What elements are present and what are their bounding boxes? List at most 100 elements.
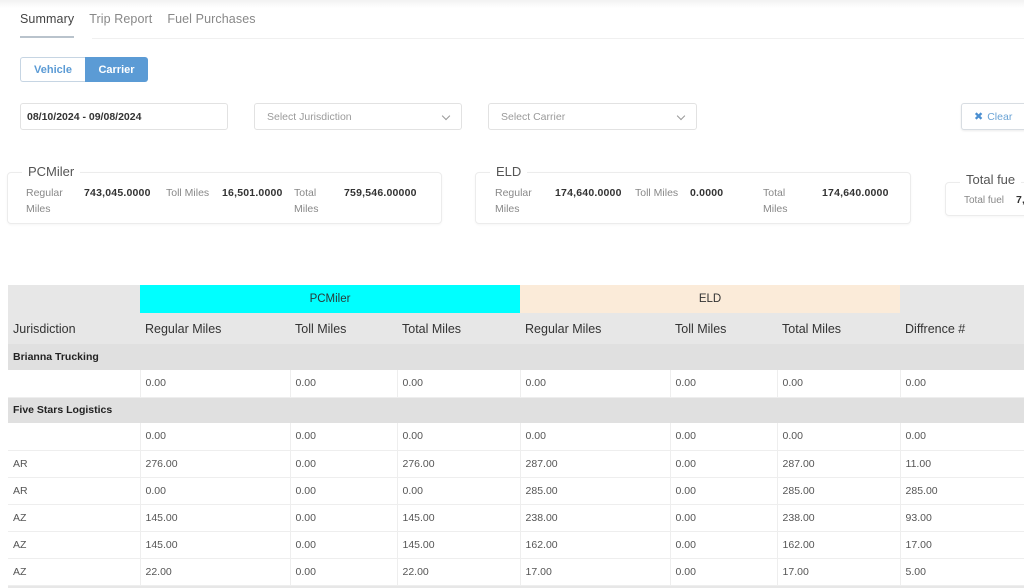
eld-regular-value: 174,640.0000 — [555, 187, 622, 199]
top-shadow — [0, 0, 1024, 8]
pcmiler-total-value: 759,546.00000 — [344, 187, 417, 199]
table-cell — [8, 423, 141, 451]
report-tabs: Summary Trip Report Fuel Purchases — [20, 12, 256, 38]
table-cell: 0.00 — [777, 370, 901, 398]
table-cell: 22.00 — [397, 558, 521, 586]
table-group-header-row: PCMiler ELD — [8, 285, 1024, 313]
table-cell: 238.00 — [777, 504, 901, 532]
pcmiler-total-label: Total Miles — [294, 187, 319, 215]
clear-button[interactable]: ✖ Clear — [961, 103, 1024, 130]
close-icon: ✖ — [974, 111, 984, 123]
carrier-group-row: Brianna Trucking — [8, 344, 1024, 370]
pcmiler-toll-label: Toll Miles — [166, 187, 210, 199]
fuel-total-value: 7, — [1016, 194, 1024, 206]
table-column-header-row: Jurisdiction Regular Miles Toll Miles To… — [8, 313, 1024, 344]
column-header-pcmiler-toll-miles[interactable]: Toll Miles — [290, 313, 397, 344]
pcmiler-summary-title: PCMiler — [22, 164, 81, 179]
eld-summary-title: ELD — [490, 164, 528, 179]
table-row[interactable]: AZ 145.00 0.00 145.00 238.00 0.00 238.00 93.00 — [8, 504, 1024, 532]
table-cell: 285.00 — [777, 477, 901, 505]
table-cell: 0.00 — [900, 370, 1024, 398]
view-toggle: Vehicle Carrier — [20, 57, 148, 82]
table-cell: 0.00 — [520, 370, 671, 398]
table-cell: 0.00 — [290, 423, 398, 451]
pcmiler-regular-value: 743,045.0000 — [84, 187, 151, 199]
table-cell: 0.00 — [140, 370, 291, 398]
table-cell: 276.00 — [140, 450, 291, 478]
date-range-input[interactable]: 08/10/2024 - 09/08/2024 — [20, 103, 228, 130]
table-cell: 17.00 — [520, 558, 671, 586]
table-cell: 22.00 — [140, 558, 291, 586]
table-cell: 0.00 — [670, 531, 778, 559]
table-cell: 0.00 — [290, 531, 398, 559]
table-cell: 0.00 — [900, 423, 1024, 451]
table-cell: 0.00 — [670, 370, 778, 398]
vehicle-toggle-button[interactable]: Vehicle — [20, 57, 85, 82]
table-cell: 238.00 — [520, 504, 671, 532]
carrier-select[interactable]: Select Carrier — [488, 103, 697, 130]
table-cell: 145.00 — [140, 531, 291, 559]
eld-total-value: 174,640.0000 — [822, 187, 889, 199]
column-header-pcmiler-regular-miles[interactable]: Regular Miles — [140, 313, 290, 344]
fuel-total-label: Total fuel — [964, 195, 1005, 206]
table-cell: 0.00 — [397, 477, 521, 505]
column-header-eld-regular-miles[interactable]: Regular Miles — [520, 313, 671, 344]
table-cell: AR — [8, 477, 141, 505]
group-header-pcmiler: PCMiler — [140, 285, 521, 313]
carrier-toggle-button[interactable]: Carrier — [85, 57, 148, 82]
group-header-eld: ELD — [520, 285, 901, 313]
column-header-eld-toll-miles[interactable]: Toll Miles — [670, 313, 778, 344]
table-row[interactable]: AR 0.00 0.00 0.00 285.00 0.00 285.00 285.00 — [8, 477, 1024, 505]
table-cell: 0.00 — [520, 423, 671, 451]
table-cell: 162.00 — [520, 531, 671, 559]
eld-regular-label: Regular Miles — [495, 187, 532, 215]
eld-toll-label: Toll Miles — [635, 187, 679, 199]
table-cell: 0.00 — [290, 504, 398, 532]
column-header-jurisdiction[interactable]: Jurisdiction — [8, 313, 140, 344]
table-row[interactable]: 0.00 0.00 0.00 0.00 0.00 0.00 0.00 — [8, 423, 1024, 451]
chevron-down-icon — [676, 111, 686, 121]
clear-label: Clear — [987, 110, 1013, 123]
column-header-pcmiler-total-miles[interactable]: Total Miles — [397, 313, 521, 344]
eld-toll-value: 0.0000 — [690, 187, 724, 199]
table-cell: AZ — [8, 504, 141, 532]
column-header-difference[interactable]: Diffrence # — [900, 313, 1024, 344]
table-cell: 0.00 — [140, 423, 291, 451]
jurisdiction-select[interactable]: Select Jurisdiction — [254, 103, 462, 130]
table-cell: 0.00 — [290, 370, 398, 398]
table-cell: 0.00 — [670, 423, 778, 451]
table-cell — [8, 370, 141, 398]
column-header-eld-total-miles[interactable]: Total Miles — [777, 313, 901, 344]
table-cell: 285.00 — [900, 477, 1024, 505]
table-cell: 0.00 — [397, 370, 521, 398]
tab-trip-report[interactable]: Trip Report — [89, 12, 152, 38]
table-row[interactable]: AZ 22.00 0.00 22.00 17.00 0.00 17.00 5.00 — [8, 558, 1024, 586]
table-row[interactable]: AR 276.00 0.00 276.00 287.00 0.00 287.00 11.00 — [8, 450, 1024, 478]
table-cell: AZ — [8, 558, 141, 586]
table-cell: 145.00 — [397, 531, 521, 559]
table-cell: 0.00 — [670, 477, 778, 505]
table-cell: 285.00 — [520, 477, 671, 505]
table-row[interactable]: AZ 145.00 0.00 145.00 162.00 0.00 162.00 17.00 — [8, 531, 1024, 559]
eld-total-label: Total Miles — [763, 187, 788, 215]
table-cell: 0.00 — [290, 450, 398, 478]
table-cell: 0.00 — [777, 423, 901, 451]
table-cell: 11.00 — [900, 450, 1024, 478]
tab-fuel-purchases[interactable]: Fuel Purchases — [167, 12, 255, 38]
table-cell: 93.00 — [900, 504, 1024, 532]
table-cell: AR — [8, 450, 141, 478]
table-cell: 287.00 — [777, 450, 901, 478]
carrier-group-row: Five Stars Logistics — [8, 397, 1024, 423]
table-cell: 287.00 — [520, 450, 671, 478]
table-cell: 0.00 — [397, 423, 521, 451]
chevron-down-icon — [441, 111, 451, 121]
table-cell: AZ — [8, 531, 141, 559]
table-cell: 0.00 — [670, 450, 778, 478]
table-cell: 0.00 — [140, 477, 291, 505]
table-cell: 17.00 — [900, 531, 1024, 559]
fuel-summary-title: Total fue — [960, 172, 1022, 187]
table-row[interactable]: 0.00 0.00 0.00 0.00 0.00 0.00 0.00 — [8, 370, 1024, 398]
tab-summary[interactable]: Summary — [20, 12, 75, 38]
table-cell: 0.00 — [290, 558, 398, 586]
jurisdiction-placeholder: Select Jurisdiction — [267, 110, 352, 123]
